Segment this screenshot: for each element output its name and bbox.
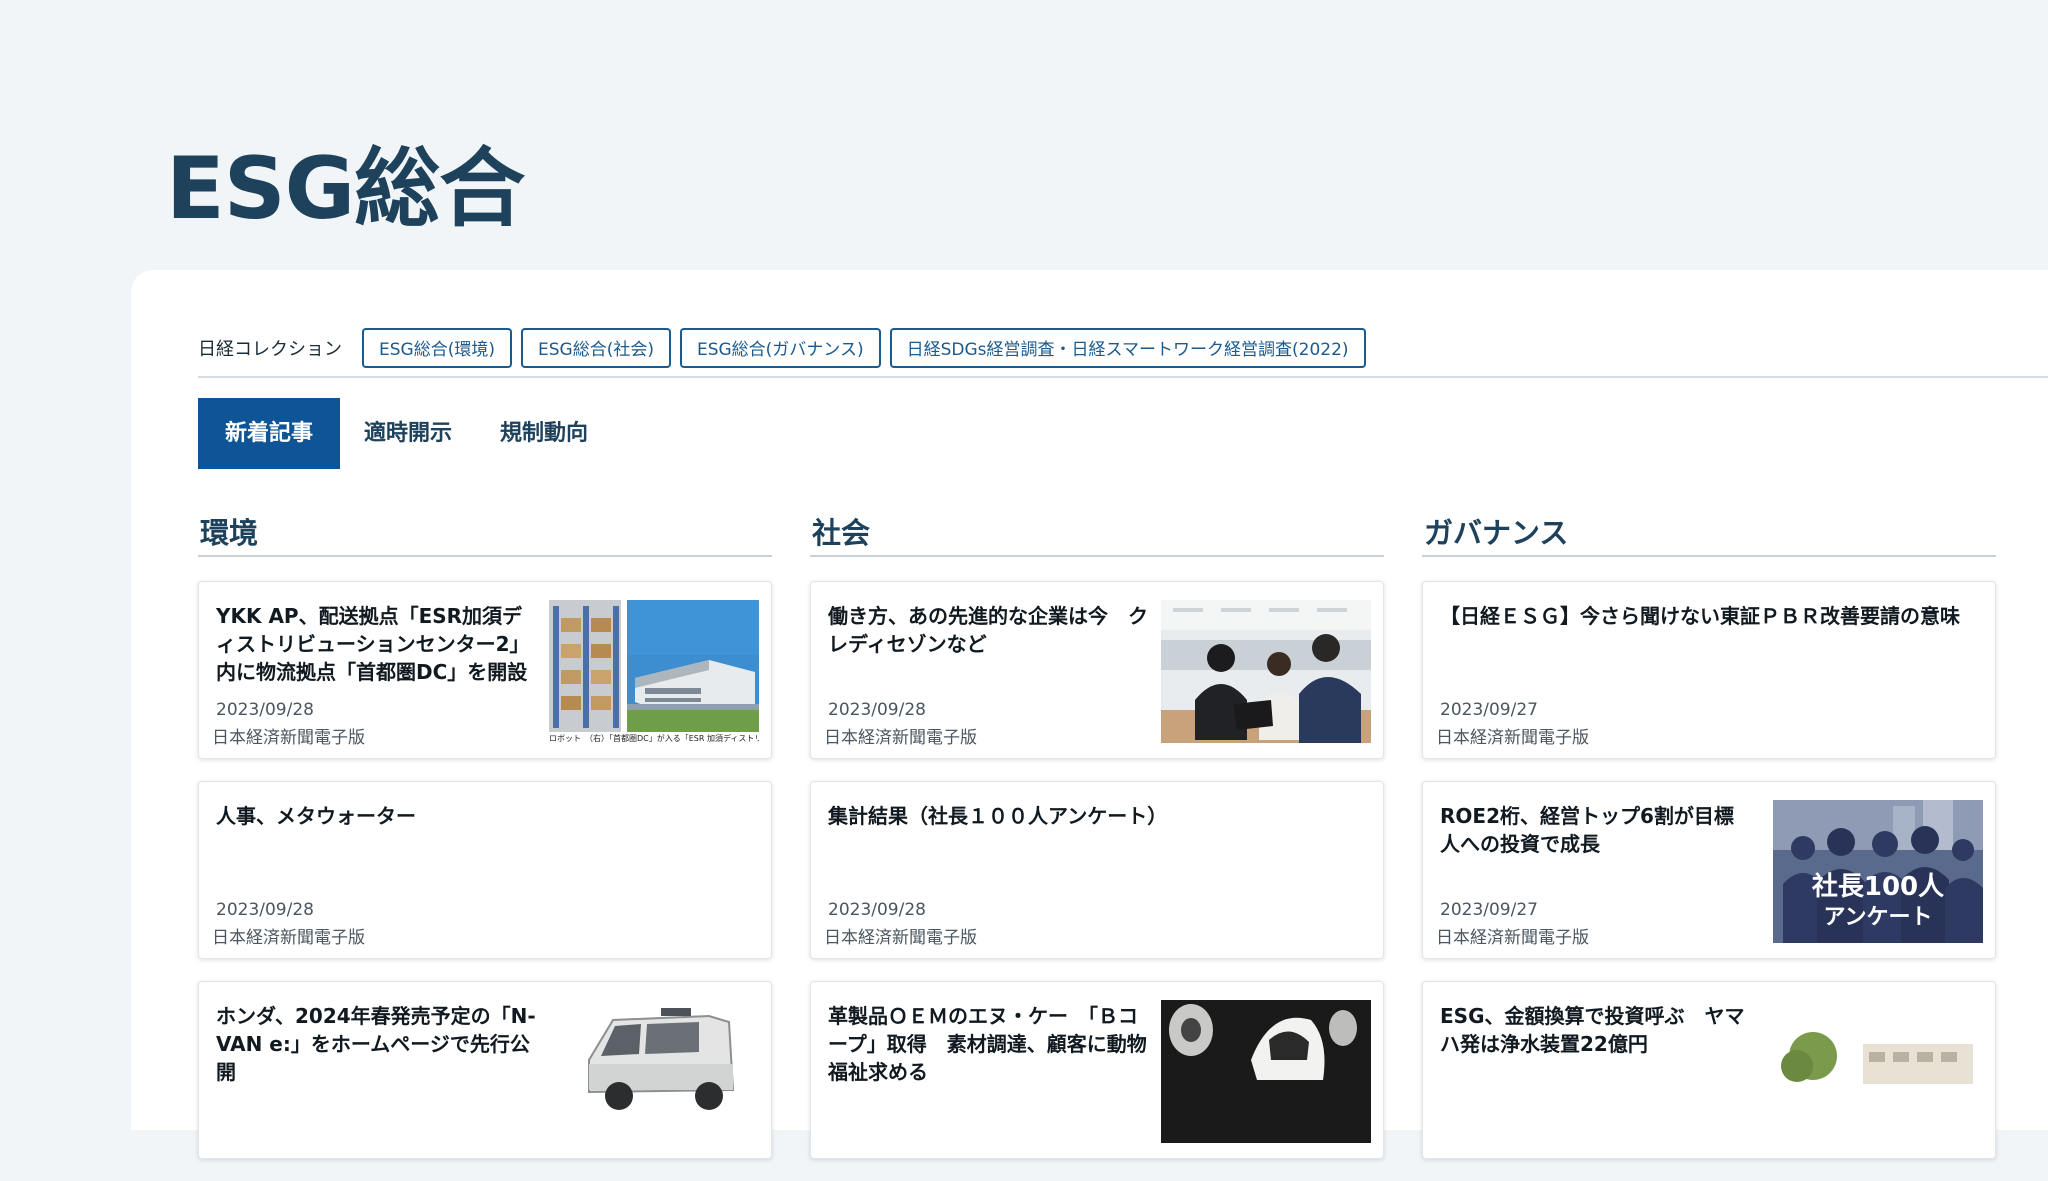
article-columns: 環境 YKK AP、配送拠点「ESR加須ディストリビューションセンター2」内に物… — [198, 510, 2034, 1181]
article-card[interactable]: YKK AP、配送拠点「ESR加須ディストリビューションセンター2」内に物流拠点… — [198, 581, 772, 759]
tab-timely-disclosure[interactable]: 適時開示 — [340, 398, 476, 469]
article-date: 2023/09/27 — [1440, 700, 1538, 720]
photo-caption: ロボット （右）「首都圏DC」が入る「ESR 加須ディストリビュー — [549, 733, 759, 743]
article-source: 日本経済新聞電子版 — [212, 928, 365, 948]
article-card[interactable]: 働き方、あの先進的な企業は今 クレディセゾンなど 2023/09/28 日本経済… — [810, 581, 1384, 759]
article-date: 2023/09/28 — [828, 700, 926, 720]
tab-latest-articles[interactable]: 新着記事 — [198, 398, 340, 469]
collection-chip-environment[interactable]: ESG総合(環境) — [362, 328, 512, 368]
column-title: ガバナンス — [1422, 510, 1996, 557]
article-card[interactable]: 集計結果（社長１００人アンケート） 2023/09/28 日本経済新聞電子版 — [810, 781, 1384, 959]
article-source: 日本経済新聞電子版 — [1436, 728, 1589, 748]
article-title[interactable]: 働き方、あの先進的な企業は今 クレディセゾンなど — [828, 602, 1148, 658]
graphic-overlay-text: アンケート — [1823, 905, 1932, 930]
article-source: 日本経済新聞電子版 — [212, 728, 365, 748]
column-environment: 環境 YKK AP、配送拠点「ESR加須ディストリビューションセンター2」内に物… — [198, 510, 772, 1181]
column-title: 環境 — [198, 510, 772, 557]
tab-regulatory-trends[interactable]: 規制動向 — [476, 398, 612, 469]
column-title: 社会 — [810, 510, 1384, 557]
article-title[interactable]: ホンダ、2024年春発売予定の「N-VAN e:」をホームページで先行公開 — [216, 1002, 536, 1086]
article-card[interactable]: ROE2桁、経営トップ6割が目標 人への投資で成長 2023/09/27 日本経… — [1422, 781, 1996, 959]
warehouse-photo[interactable]: ロボット （右）「首都圏DC」が入る「ESR 加須ディストリビュー — [549, 600, 759, 743]
article-title[interactable]: ESG、金額換算で投資呼ぶ ヤマハ発は浄水装置22億円 — [1440, 1002, 1760, 1058]
article-title[interactable]: 革製品ＯＥＭのエヌ・ケー 「Ｂコープ」取得 素材調達、顧客に動物福祉求める — [828, 1002, 1148, 1086]
collection-divider — [198, 376, 2048, 378]
article-date: 2023/09/28 — [216, 900, 314, 920]
article-card[interactable]: 【日経ＥＳＧ】今さら聞けない東証ＰＢＲ改善要請の意味 2023/09/27 日本… — [1422, 581, 1996, 759]
collection-label: 日経コレクション — [198, 339, 342, 360]
graphic-overlay-text: 社長100人 — [1812, 871, 1944, 902]
article-source: 日本経済新聞電子版 — [824, 928, 977, 948]
column-governance: ガバナンス 【日経ＥＳＧ】今さら聞けない東証ＰＢＲ改善要請の意味 2023/09… — [1422, 510, 1996, 1181]
collection-chip-sdgs-survey[interactable]: 日経SDGs経営調査・日経スマートワーク経営調査(2022) — [889, 328, 1366, 368]
article-card[interactable]: 人事、メタウォーター 2023/09/28 日本経済新聞電子版 — [198, 781, 772, 959]
article-source: 日本経済新聞電子版 — [824, 728, 977, 748]
column-social: 社会 働き方、あの先進的な企業は今 クレディセゾンなど 2023/09/28 日… — [810, 510, 1384, 1181]
ceo-survey-graphic[interactable]: 社長100人 アンケート — [1773, 800, 1983, 943]
article-title[interactable]: ROE2桁、経営トップ6割が目標 人への投資で成長 — [1440, 802, 1760, 858]
article-card[interactable]: 革製品ＯＥＭのエヌ・ケー 「Ｂコープ」取得 素材調達、顧客に動物福祉求める — [810, 981, 1384, 1159]
article-date: 2023/09/28 — [828, 900, 926, 920]
article-title[interactable]: 集計結果（社長１００人アンケート） — [828, 802, 1358, 830]
article-card[interactable]: ホンダ、2024年春発売予定の「N-VAN e:」をホームページで先行公開 — [198, 981, 772, 1159]
article-date: 2023/09/27 — [1440, 900, 1538, 920]
article-title[interactable]: 【日経ＥＳＧ】今さら聞けない東証ＰＢＲ改善要請の意味 — [1440, 602, 1970, 630]
collection-chip-social[interactable]: ESG総合(社会) — [520, 328, 671, 368]
office-meeting-photo[interactable] — [1161, 600, 1371, 743]
article-card[interactable]: ESG、金額換算で投資呼ぶ ヤマハ発は浄水装置22億円 — [1422, 981, 1996, 1159]
article-date: 2023/09/28 — [216, 700, 314, 720]
article-tabs: 新着記事 適時開示 規制動向 — [198, 398, 612, 469]
article-title[interactable]: YKK AP、配送拠点「ESR加須ディストリビューションセンター2」内に物流拠点… — [216, 602, 536, 686]
article-title[interactable]: 人事、メタウォーター — [216, 802, 746, 830]
collection-chip-governance[interactable]: ESG総合(ガバナンス) — [679, 328, 881, 368]
collection-bar: 日経コレクション ESG総合(環境) ESG総合(社会) ESG総合(ガバナンス… — [198, 328, 1375, 368]
page-title: ESG総合 — [166, 139, 525, 239]
content-panel: 日経コレクション ESG総合(環境) ESG総合(社会) ESG総合(ガバナンス… — [131, 270, 2048, 1159]
article-source: 日本経済新聞電子版 — [1436, 928, 1589, 948]
